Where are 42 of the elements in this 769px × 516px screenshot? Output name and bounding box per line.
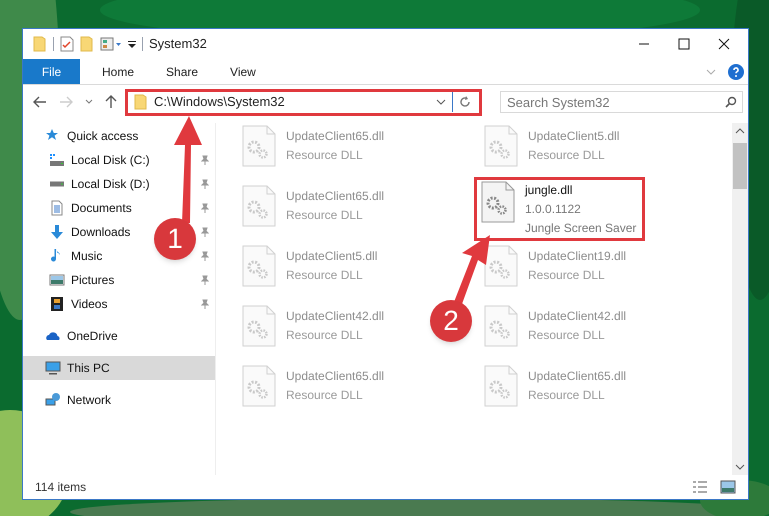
file-name: UpdateClient19.dll xyxy=(528,248,626,265)
address-bar[interactable]: C:\Windows\System32 xyxy=(128,92,479,112)
ribbon-tab[interactable]: File xyxy=(23,59,80,84)
file-name: UpdateClient42.dll xyxy=(528,308,626,325)
address-path: C:\Windows\System32 xyxy=(154,93,285,112)
file-detail: Resource DLL xyxy=(286,387,364,404)
nav-item[interactable]: This PC xyxy=(23,356,215,380)
nav-item[interactable]: Local Disk (D:) xyxy=(49,175,150,193)
file-name: UpdateClient5.dll xyxy=(528,128,620,145)
file-item[interactable]: jungle.dll 1.0.0.1122 Jungle Screen Saver xyxy=(474,177,646,241)
file-name: UpdateClient65.dll xyxy=(528,368,626,385)
file-detail: Resource DLL xyxy=(528,147,606,164)
nav-item[interactable]: Pictures xyxy=(49,271,114,289)
file-detail: Resource DLL xyxy=(528,327,606,344)
ribbon-tab[interactable]: Home xyxy=(86,59,150,84)
nav-item[interactable]: Local Disk (C:) xyxy=(49,151,150,169)
file-name: jungle.dll xyxy=(525,182,574,199)
file-detail: Resource DLL xyxy=(286,267,364,284)
window-title: System32 xyxy=(149,35,207,54)
file-detail: 1.0.0.1122 xyxy=(525,201,582,218)
file-name: UpdateClient5.dll xyxy=(286,248,378,265)
nav-item[interactable]: Quick access xyxy=(45,127,138,145)
file-detail: Resource DLL xyxy=(286,147,364,164)
nav-item[interactable]: Videos xyxy=(49,295,108,313)
file-name: UpdateClient65.dll xyxy=(286,368,384,385)
nav-item[interactable]: Documents xyxy=(49,199,132,217)
search-field[interactable]: Search System32 xyxy=(500,91,743,113)
file-name: UpdateClient65.dll xyxy=(286,188,384,205)
file-name: UpdateClient42.dll xyxy=(286,308,384,325)
nav-item[interactable]: OneDrive xyxy=(45,327,118,345)
file-detail: Jungle Screen Saver xyxy=(525,220,636,237)
nav-item[interactable]: Downloads xyxy=(49,223,130,241)
file-name: UpdateClient65.dll xyxy=(286,128,384,145)
item-count: 114 items xyxy=(35,479,86,496)
ribbon-tab[interactable]: Share xyxy=(150,59,214,84)
ribbon-tab[interactable]: View xyxy=(214,59,272,84)
nav-item[interactable]: Music xyxy=(49,247,102,265)
file-detail: Resource DLL xyxy=(286,207,364,224)
file-detail: Resource DLL xyxy=(528,387,606,404)
nav-item[interactable]: Network xyxy=(45,391,112,409)
file-detail: Resource DLL xyxy=(528,267,606,284)
file-detail: Resource DLL xyxy=(286,327,364,344)
